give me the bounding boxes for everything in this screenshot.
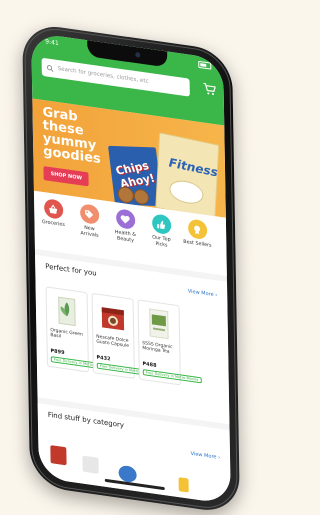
product-name: Organic Green Basil <box>50 328 83 340</box>
view-more-link[interactable]: View More › <box>191 451 221 461</box>
view-more-label: View More <box>190 450 217 461</box>
view-more-link[interactable]: View More › <box>188 288 218 298</box>
category-label: New Arrivals <box>80 225 99 239</box>
banner-title: Grab these yummy goodies <box>42 104 101 168</box>
product-name: Nescafe Dolce Gusto Capsule <box>96 334 130 350</box>
product-image <box>51 292 84 329</box>
shop-now-button[interactable]: SHOP NOW <box>43 166 90 187</box>
category-health-beauty[interactable]: Health & Beauty <box>110 207 141 245</box>
category-thumbnail[interactable] <box>82 455 99 474</box>
battery-icon <box>198 60 212 70</box>
category-label: Health & Beauty <box>114 230 136 244</box>
cereal-bowl-image <box>168 177 204 207</box>
search-icon <box>46 64 54 72</box>
category-top-picks[interactable]: Our Top Picks <box>146 213 177 251</box>
status-time: 9:41 <box>45 38 59 48</box>
chevron-right-icon: › <box>215 292 218 299</box>
category-thumbnail[interactable] <box>178 477 189 493</box>
product-price: ₱899 <box>50 348 65 357</box>
category-thumbnail[interactable] <box>50 445 67 466</box>
chips-ahoy-logo: Chips Ahoy! <box>114 158 157 191</box>
product-image <box>97 299 130 336</box>
section-title: Perfect for you <box>45 262 97 278</box>
category-label: Groceries <box>41 219 65 229</box>
category-new-arrivals[interactable]: New Arrivals <box>74 202 105 240</box>
category-label: Our Top Picks <box>152 235 171 249</box>
product-name: SSSS Organic Moringa Tea <box>142 340 173 356</box>
smartphone: 9:41 Search for groceries, clothes, etc … <box>22 22 241 515</box>
basket-icon <box>43 198 63 220</box>
fitness-logo: Fitness <box>168 155 219 180</box>
thumbs-up-icon <box>151 213 171 236</box>
product-card[interactable]: Organic Green Basil ₱899 Free Delivery i… <box>45 286 110 373</box>
chips-ahoy-box: Chips Ahoy! <box>108 145 163 207</box>
app-screen: 9:41 Search for groceries, clothes, etc … <box>31 32 231 505</box>
category-label: Best Sellers <box>183 239 212 249</box>
search-input[interactable]: Search for groceries, clothes, etc <box>58 66 149 85</box>
section-title: Find stuff by category <box>47 410 125 430</box>
tag-icon <box>79 203 99 225</box>
cookie-image <box>133 189 150 205</box>
badge-icon <box>187 218 207 241</box>
product-card[interactable]: SSSS Organic Moringa Tea ₱488 Free Deliv… <box>137 299 202 386</box>
view-more-label: View More <box>187 288 214 299</box>
search-bar[interactable]: Search for groceries, clothes, etc <box>41 57 190 97</box>
product-price: ₱432 <box>96 354 111 363</box>
product-price: ₱488 <box>142 361 157 370</box>
category-groceries[interactable]: Groceries <box>38 197 68 229</box>
cart-icon[interactable] <box>203 81 216 96</box>
category-best-sellers[interactable]: Best Sellers <box>182 218 212 250</box>
heart-icon <box>115 208 135 230</box>
product-showcase: 9:41 Search for groceries, clothes, etc … <box>0 0 262 515</box>
chevron-right-icon: › <box>218 454 221 461</box>
delivery-badge: Free Delivery in Metro Manila <box>142 369 202 384</box>
product-image <box>143 305 176 342</box>
camera-icon <box>135 51 141 58</box>
fitness-cereal-box: Fitness <box>155 132 220 218</box>
perfect-for-you-section: Perfect for you View More › Organic Gree… <box>35 254 230 425</box>
product-card[interactable]: Nescafe Dolce Gusto Capsule ₱432 Free De… <box>91 292 156 379</box>
